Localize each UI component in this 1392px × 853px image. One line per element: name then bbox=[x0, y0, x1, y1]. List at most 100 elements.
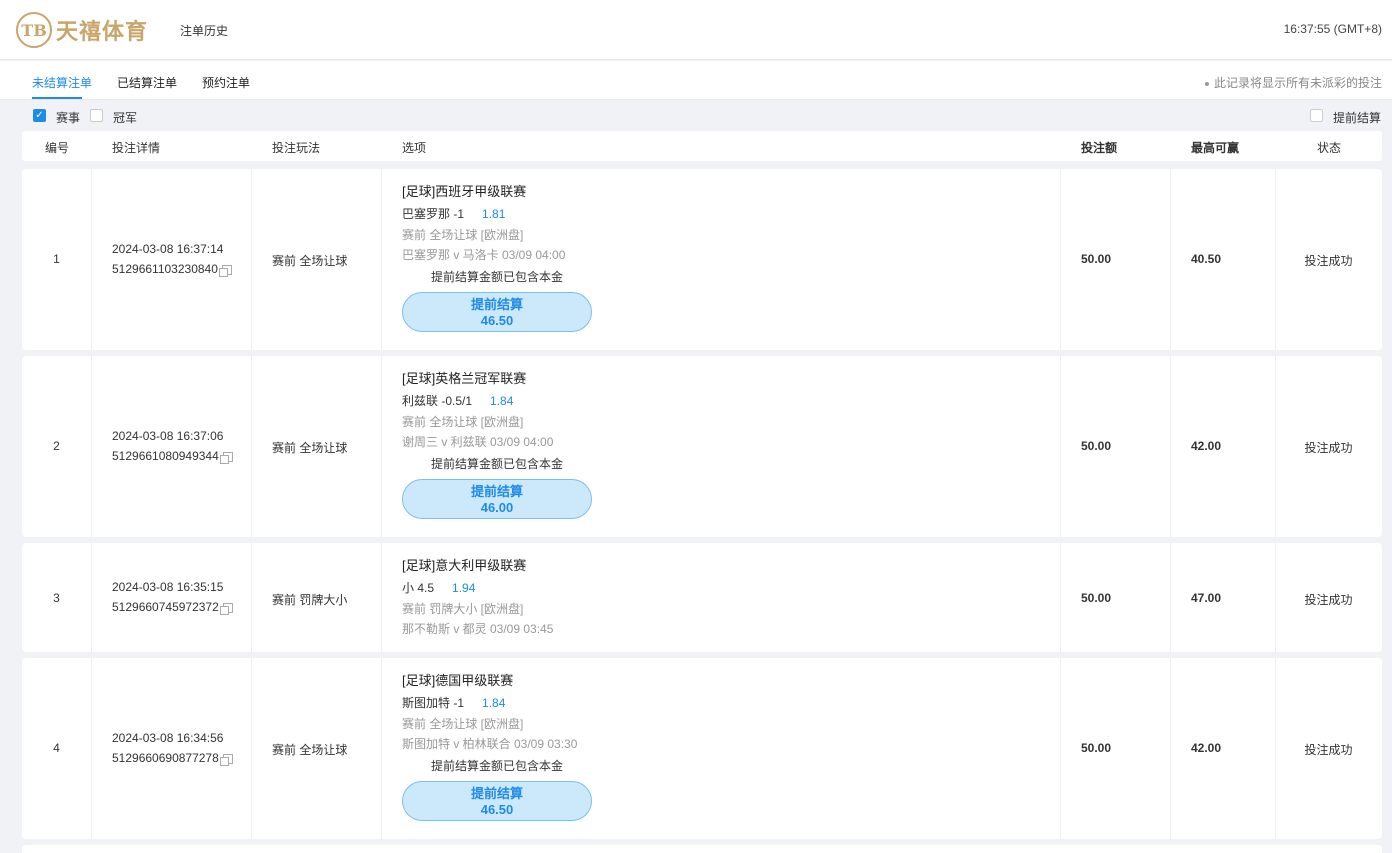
bet-id: 5129661080949344 bbox=[112, 449, 219, 463]
bet-time: 2024-03-08 16:37:14 bbox=[112, 242, 224, 256]
bet-detail: 2024-03-08 16:37:06 5129661080949344 bbox=[112, 426, 233, 466]
bullet-icon bbox=[1204, 81, 1209, 86]
pick: 小 4.5 bbox=[402, 581, 435, 595]
column-divider bbox=[251, 543, 252, 652]
league-name: [足球]德国甲级联赛 bbox=[402, 673, 514, 688]
max-win: 42.00 bbox=[1191, 741, 1222, 755]
column-divider bbox=[381, 169, 382, 350]
league-name: [足球]意大利甲级联赛 bbox=[402, 558, 527, 573]
bet-time: 2024-03-08 16:34:56 bbox=[112, 731, 224, 745]
column-divider bbox=[381, 543, 382, 652]
column-divider bbox=[381, 356, 382, 537]
copy-icon[interactable] bbox=[219, 753, 233, 766]
bet-status: 投注成功 bbox=[1304, 441, 1353, 455]
column-divider bbox=[91, 658, 92, 839]
logo-mark: TB bbox=[16, 12, 52, 48]
cashout-button-label: 提前结算 bbox=[470, 297, 523, 312]
column-divider bbox=[1170, 658, 1171, 839]
outright-checkbox[interactable] bbox=[90, 109, 103, 122]
cashout-button-value: 46.50 bbox=[480, 313, 514, 328]
bet-selection: [足球]英格兰冠军联赛 利兹联 -0.5/1 1.84 赛前 全场让球 [欧洲盘]… bbox=[402, 368, 592, 519]
table-row bbox=[22, 845, 1382, 853]
match-info: 巴塞罗那 v 马洛卡 03/09 04:00 bbox=[402, 248, 566, 262]
copy-icon[interactable] bbox=[218, 264, 232, 277]
bet-id: 5129660690877278 bbox=[112, 751, 219, 765]
column-divider bbox=[91, 543, 92, 652]
logo-text: 天禧体育 bbox=[56, 19, 149, 44]
tab-unsettled[interactable]: 未结算注单 bbox=[32, 74, 92, 91]
max-win: 40.50 bbox=[1191, 252, 1222, 266]
col-play: 投注玩法 bbox=[272, 141, 321, 155]
header: TB 天禧体育 注单历史 16:37:55 (GMT+8) bbox=[0, 0, 1392, 60]
pick: 斯图加特 -1 bbox=[402, 696, 465, 710]
column-divider bbox=[1170, 169, 1171, 350]
cashout-filter-label: 提前结算 bbox=[1333, 111, 1382, 125]
column-divider bbox=[1060, 169, 1061, 350]
odds: 1.94 bbox=[452, 581, 476, 595]
column-divider bbox=[251, 658, 252, 839]
cashout-filter-checkbox[interactable] bbox=[1310, 109, 1323, 122]
market-info: 赛前 全场让球 [欧洲盘] bbox=[402, 717, 524, 731]
copy-icon[interactable] bbox=[219, 451, 233, 464]
outright-checkbox-label: 冠军 bbox=[113, 111, 138, 125]
stake: 50.00 bbox=[1081, 591, 1112, 605]
notice: 此记录将显示所有未派彩的投注 bbox=[1204, 74, 1382, 91]
column-divider bbox=[1060, 658, 1061, 839]
active-tab-indicator bbox=[32, 97, 82, 99]
event-checkbox-label: 赛事 bbox=[56, 111, 81, 125]
bet-detail: 2024-03-08 16:37:14 5129661103230840 bbox=[112, 239, 232, 279]
odds: 1.84 bbox=[490, 394, 514, 408]
tab-reserved[interactable]: 预约注单 bbox=[202, 74, 250, 91]
tab-settled[interactable]: 已结算注单 bbox=[117, 74, 177, 91]
bet-time: 2024-03-08 16:35:15 bbox=[112, 580, 224, 594]
notice-text: 此记录将显示所有未派彩的投注 bbox=[1213, 76, 1382, 90]
bet-id: 5129660745972372 bbox=[112, 600, 219, 614]
event-checkbox[interactable]: ✓ bbox=[33, 109, 46, 122]
column-divider bbox=[1170, 356, 1171, 537]
column-divider bbox=[1170, 543, 1171, 652]
filter-bar: ✓ 赛事 冠军 提前结算 bbox=[0, 100, 1392, 130]
pick: 巴塞罗那 -1 bbox=[402, 207, 465, 221]
market-info: 赛前 罚牌大小 [欧洲盘] bbox=[402, 602, 524, 616]
col-selection: 选项 bbox=[402, 141, 427, 155]
cashout-note: 提前结算金额已包含本金 bbox=[431, 270, 564, 284]
bet-number: 4 bbox=[53, 741, 60, 755]
market-info: 赛前 全场让球 [欧洲盘] bbox=[402, 228, 524, 242]
market-info: 赛前 全场让球 [欧洲盘] bbox=[402, 415, 524, 429]
cashout-button-value: 46.50 bbox=[480, 802, 514, 817]
pick: 利兹联 -0.5/1 bbox=[402, 394, 473, 408]
cashout-button[interactable]: 提前结算 46.00 bbox=[402, 479, 592, 519]
max-win: 42.00 bbox=[1191, 439, 1222, 453]
bet-status: 投注成功 bbox=[1304, 743, 1353, 757]
column-divider bbox=[251, 169, 252, 350]
bet-id: 5129661103230840 bbox=[112, 262, 218, 276]
bet-selection: [足球]意大利甲级联赛 小 4.5 1.94 赛前 罚牌大小 [欧洲盘] 那不勒斯… bbox=[402, 555, 553, 639]
table-row: 1 2024-03-08 16:37:14 5129661103230840 赛… bbox=[22, 169, 1382, 350]
bet-play: 赛前 全场让球 bbox=[272, 743, 348, 757]
cashout-button-label: 提前结算 bbox=[470, 786, 523, 801]
cashout-button[interactable]: 提前结算 46.50 bbox=[402, 292, 592, 332]
stake: 50.00 bbox=[1081, 741, 1112, 755]
col-status: 状态 bbox=[1317, 141, 1342, 155]
table-header: 编号 投注详情 投注玩法 选项 投注额 最高可赢 状态 bbox=[22, 131, 1382, 161]
clock: 16:37:55 (GMT+8) bbox=[1283, 22, 1382, 36]
page-title: 注单历史 bbox=[180, 24, 229, 38]
bet-detail: 2024-03-08 16:35:15 5129660745972372 bbox=[112, 577, 233, 617]
stake: 50.00 bbox=[1081, 439, 1112, 453]
bet-play: 赛前 罚牌大小 bbox=[272, 593, 348, 607]
match-info: 斯图加特 v 柏林联合 03/09 03:30 bbox=[402, 737, 578, 751]
table-row: 3 2024-03-08 16:35:15 5129660745972372 赛… bbox=[22, 543, 1382, 652]
bet-selection: [足球]德国甲级联赛 斯图加特 -1 1.84 赛前 全场让球 [欧洲盘] 斯图加… bbox=[402, 670, 592, 821]
cashout-button-value: 46.00 bbox=[480, 500, 514, 515]
cashout-button[interactable]: 提前结算 46.50 bbox=[402, 781, 592, 821]
column-divider bbox=[381, 658, 382, 839]
cashout-note: 提前结算金额已包含本金 bbox=[431, 457, 564, 471]
match-info: 那不勒斯 v 都灵 03/09 03:45 bbox=[402, 622, 554, 636]
copy-icon[interactable] bbox=[219, 602, 233, 615]
logo[interactable]: TB 天禧体育 bbox=[16, 11, 148, 49]
match-info: 谢周三 v 利兹联 03/09 04:00 bbox=[402, 435, 554, 449]
bet-detail: 2024-03-08 16:34:56 5129660690877278 bbox=[112, 728, 233, 768]
league-name: [足球]英格兰冠军联赛 bbox=[402, 371, 527, 386]
table-row: 2 2024-03-08 16:37:06 5129661080949344 赛… bbox=[22, 356, 1382, 537]
column-divider bbox=[1060, 543, 1061, 652]
